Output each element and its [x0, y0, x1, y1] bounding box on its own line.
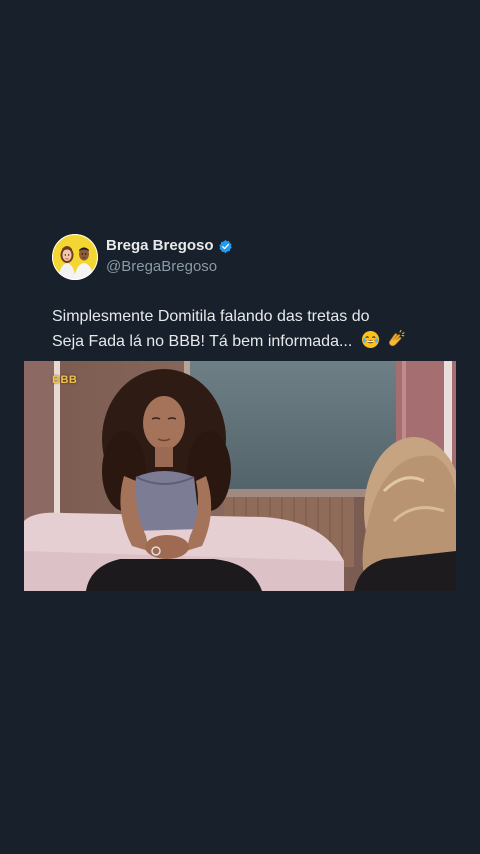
video-frame [24, 361, 456, 591]
tweet-media-video[interactable]: BBB [24, 361, 456, 591]
tweet-header: Brega Bregoso @BregaBregoso [52, 234, 233, 280]
video-watermark: BBB [52, 374, 78, 386]
display-name-row: Brega Bregoso [106, 237, 233, 255]
tweet-text-line-1: Simplesmente Domitila falando das tretas… [52, 308, 370, 325]
tweet-screen: Brega Bregoso @BregaBregoso Simplesmente… [0, 0, 480, 854]
clapping-hands-emoji [389, 329, 405, 347]
verified-badge-icon [218, 239, 232, 253]
avatar-illustration-icon [52, 234, 98, 280]
tweet-text-line-2: Seja Fada lá no BBB! Tá bem informada... [52, 329, 432, 354]
author-names: Brega Bregoso @BregaBregoso [106, 237, 233, 277]
author-handle[interactable]: @BregaBregoso [106, 257, 233, 277]
tweet-text-line-2-text: Seja Fada lá no BBB! Tá bem informada... [52, 333, 353, 350]
avatar[interactable] [52, 234, 98, 280]
laughing-tears-emoji [361, 330, 379, 349]
tweet-text: Simplesmente Domitila falando das tretas… [52, 305, 432, 354]
display-name[interactable]: Brega Bregoso [106, 237, 214, 255]
